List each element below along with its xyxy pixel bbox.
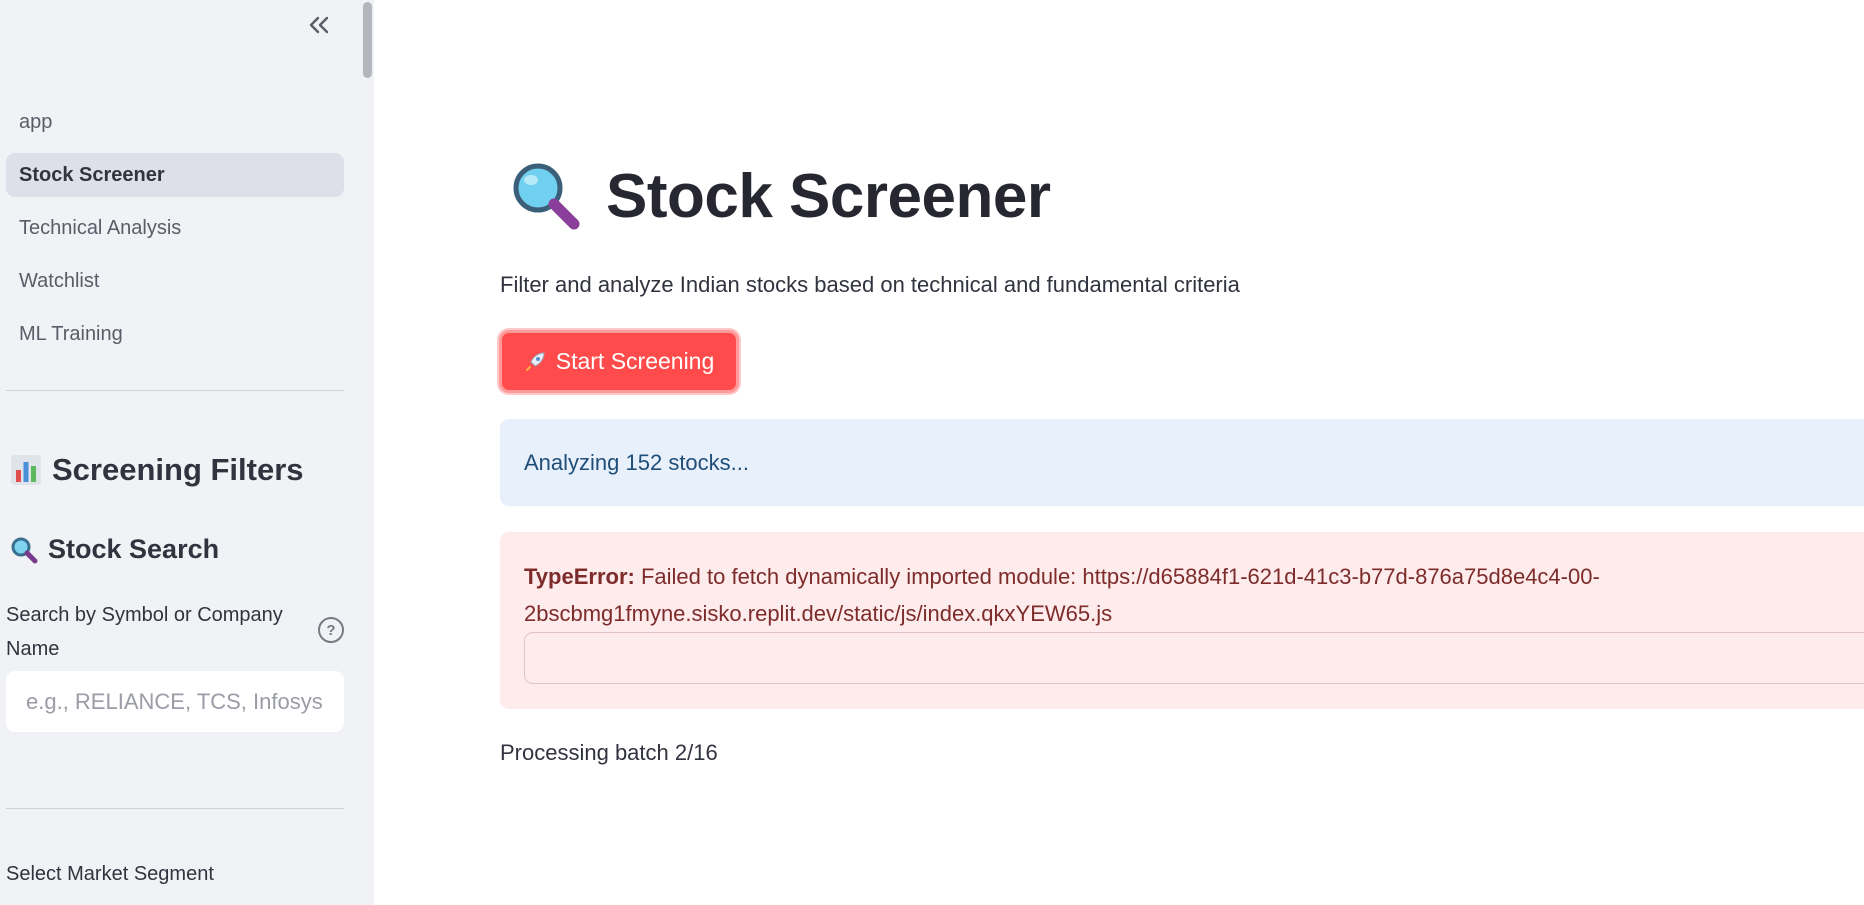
nav-item-technical-analysis[interactable]: Technical Analysis (6, 206, 344, 250)
nav-item-label: Stock Screener (19, 163, 165, 186)
stock-search-heading: Stock Search (10, 534, 219, 565)
double-chevron-left-icon (309, 16, 329, 34)
error-type: TypeError: (524, 564, 635, 589)
error-alert: TypeError: Failed to fetch dynamically i… (500, 532, 1864, 709)
magnifier-icon (11, 537, 38, 563)
error-message: Failed to fetch dynamically imported mod… (524, 564, 1600, 626)
rocket-icon (525, 351, 545, 371)
help-icon[interactable]: ? (318, 617, 344, 643)
page-title: Stock Screener (510, 160, 1051, 232)
nav-item-ml-training[interactable]: ML Training (6, 312, 344, 356)
collapse-sidebar-button[interactable] (304, 8, 334, 42)
nav-item-app[interactable]: app (6, 100, 344, 144)
nav-item-label: app (19, 110, 53, 133)
sidebar: app Stock Screener Technical Analysis Wa… (0, 0, 374, 905)
info-alert: Analyzing 152 stocks... (500, 419, 1864, 506)
start-screening-label: Start Screening (555, 348, 715, 374)
stock-search-title: Stock Search (48, 534, 220, 564)
sidebar-divider (6, 808, 344, 809)
batch-status-text: Processing batch 2/16 (500, 740, 718, 765)
start-screening-button[interactable]: Start Screening (499, 330, 739, 393)
screening-filters-heading: Screening Filters (10, 452, 304, 488)
nav-item-label: Technical Analysis (19, 216, 182, 239)
page-subtitle: Filter and analyze Indian stocks based o… (500, 272, 1240, 297)
search-field-label: Search by Symbol or Company Name (6, 604, 283, 660)
screening-filters-title: Screening Filters (52, 452, 304, 487)
nav-item-watchlist[interactable]: Watchlist (6, 259, 344, 303)
sidebar-scrollbar[interactable] (363, 2, 372, 78)
nav-item-label: Watchlist (19, 269, 100, 292)
magnifier-icon (513, 163, 580, 230)
nav-item-stock-screener[interactable]: Stock Screener (6, 153, 344, 197)
nav-item-label: ML Training (19, 322, 123, 345)
bar-chart-icon (11, 455, 41, 485)
sidebar-divider (6, 390, 344, 391)
page-navigation: app Stock Screener Technical Analysis Wa… (6, 100, 344, 365)
market-segment-label: Select Market Segment (6, 863, 214, 885)
main-content: Stock Screener Filter and analyze Indian… (374, 0, 1864, 905)
error-traceback-box (524, 632, 1864, 684)
stock-search-input[interactable] (6, 671, 344, 732)
page-title-text: Stock Screener (606, 161, 1051, 231)
info-alert-text: Analyzing 152 stocks... (524, 449, 750, 475)
